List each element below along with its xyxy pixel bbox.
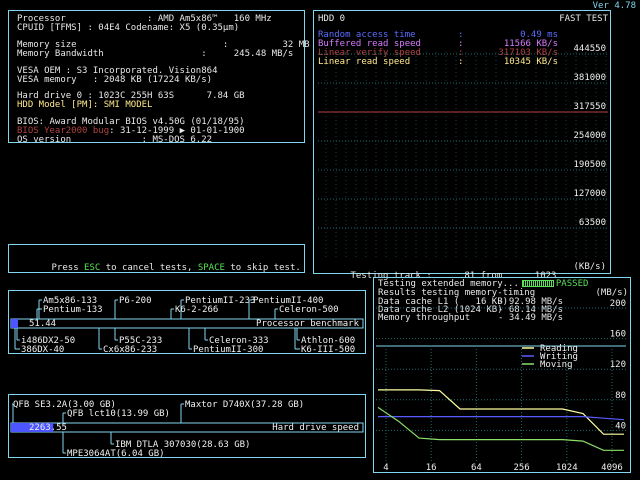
memory-chart: 20016012080404 16 64 256 1024 4096ReadingWrit… (376, 299, 626, 472)
hdd-stat: Linear read speed: 10345 KB/s (318, 58, 558, 67)
sysinfo-line: OS version : MS-DOS 6.22 (17, 135, 213, 145)
sysinfo-line: Memory Bandwidth : 245.48 MB/s (17, 49, 294, 59)
prompt-post: to skip test. (224, 263, 301, 273)
hdd-y-tick: 190500 (573, 160, 606, 170)
bench-label-top: Pentium-133 (43, 305, 103, 315)
bench-value: 51.44 (29, 319, 56, 329)
memory-panel: Testing extended memory... PASSED Results… (373, 277, 631, 473)
bench-label-bottom: PentiumII-300 (193, 345, 263, 353)
hdd-y-tick: 317550 (573, 102, 606, 112)
hdd-stat-sep: : (458, 57, 464, 67)
hdd-stat-label: Linear read speed (318, 57, 411, 67)
bench-label-top: P6-200 (119, 296, 152, 306)
prompt-pre: Press (51, 263, 85, 273)
hdd-graph-panel: 444550 381000 317550 254000 190500 127000 6350… (313, 10, 611, 281)
bench-label-bottom: 386DX-40 (21, 345, 64, 353)
bench-title: Hard drive speed (272, 423, 359, 433)
hdd-benchmark-panel: 2263.55 Hard drive speed QFB SE3.2A(3.00 G… (8, 394, 366, 458)
prompt-mid: to cancel tests, (100, 263, 198, 273)
mem-x-tick: 4 (383, 463, 388, 472)
mem-y-tick: 160 (610, 330, 626, 340)
mem-x-tick: 1024 (556, 463, 578, 472)
hdd-y-tick: 381000 (573, 73, 606, 83)
hdd-benchmark-chart: 2263.55 Hard drive speedQFB SE3.2A(3.00 G… (10, 400, 364, 457)
hdd-y-tick: 63500 (579, 218, 606, 228)
hdd-title: HDD 0 (318, 14, 346, 24)
space-key[interactable]: SPACE (198, 263, 225, 273)
mem-x-tick: 16 (426, 463, 437, 472)
screen: Ver 4.78 Processor : AMD Am5x86™ 160 MHz… (0, 0, 640, 480)
hdd-y-tick: 127000 (573, 189, 606, 199)
sysinfo-line: VESA memory : 2048 KB (17224 KB/s) (17, 75, 213, 85)
esc-key[interactable]: ESC (84, 263, 100, 273)
sysinfo-line: HDD Model [PM]: SMI MODEL (17, 100, 153, 110)
mem-x-tick: 64 (471, 463, 482, 472)
bench-title: Processor benchmark (256, 319, 360, 329)
bench-label-top: Maxtor D740X(37.28 GB) (185, 400, 304, 410)
mem-series-line (377, 406, 624, 451)
cpu-benchmark-panel: 51.44 Processor benchmark Am5x86-133 P6-200… (8, 290, 366, 354)
hdd-y-tick: 254000 (573, 131, 606, 141)
mem-y-tick: 40 (615, 421, 626, 431)
sysinfo-line: CPUID [TFMS] : 04E4 Codename: X5 (0.35µm… (17, 23, 240, 33)
legend-label: Moving (540, 360, 573, 370)
mem-y-tick: 200 (610, 299, 626, 309)
mem-x-tick: 256 (513, 463, 529, 472)
bench-bar-fill (11, 319, 19, 328)
system-info-panel: Processor : AMD Am5x86™ 160 MHz CPUID [TF… (8, 10, 310, 145)
bench-label-top: Celeron-500 (279, 305, 339, 315)
mem-series-line (378, 389, 624, 435)
mem-x-tick: 4096 (601, 463, 623, 472)
hdd-y-tick: 444550 (573, 44, 606, 54)
bench-label-bottom: Cx6x86-233 (103, 345, 157, 353)
bench-label-top: QFB lct10(13.99 GB) (67, 409, 170, 419)
bench-label-bottom: MPE3064AT(6.04 GB) (67, 449, 165, 457)
hdd-stat-value: 10345 KB/s (503, 57, 558, 67)
hdd-mode: FAST TEST (559, 14, 608, 24)
bench-label-top: K6-2-266 (175, 305, 218, 315)
prompt-panel: Press ESC to cancel tests, SPACE to skip… (8, 244, 305, 273)
cpu-benchmark-chart: 51.44 Processor benchmarkAm5x86-133 P6-200… (10, 296, 364, 353)
bench-label-bottom: K6-III-500 (301, 345, 355, 353)
hdd-unit: (KB/s) (573, 262, 606, 272)
prompt-text: Press ESC to cancel tests, SPACE to skip… (19, 255, 301, 282)
bench-value: 2263.55 (29, 423, 67, 433)
mem-y-tick: 80 (615, 391, 626, 401)
